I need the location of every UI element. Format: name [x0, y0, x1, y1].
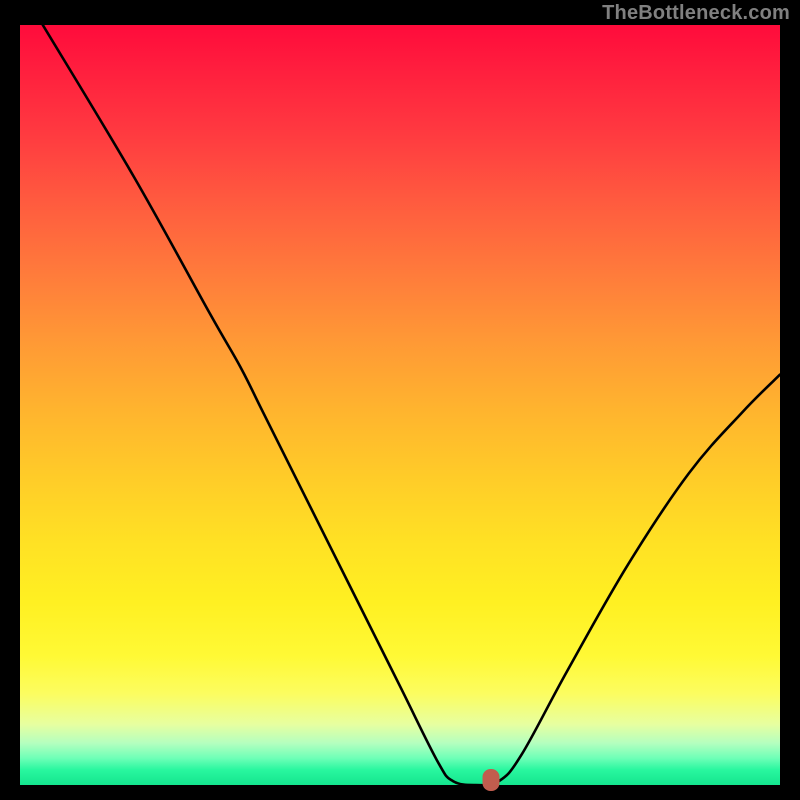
watermark-text: TheBottleneck.com — [602, 2, 790, 25]
plot-area — [20, 25, 780, 785]
chart-container: TheBottleneck.com — [0, 0, 800, 800]
bottleneck-curve — [43, 25, 780, 785]
curve-svg — [20, 25, 780, 785]
optimal-marker — [483, 769, 500, 791]
